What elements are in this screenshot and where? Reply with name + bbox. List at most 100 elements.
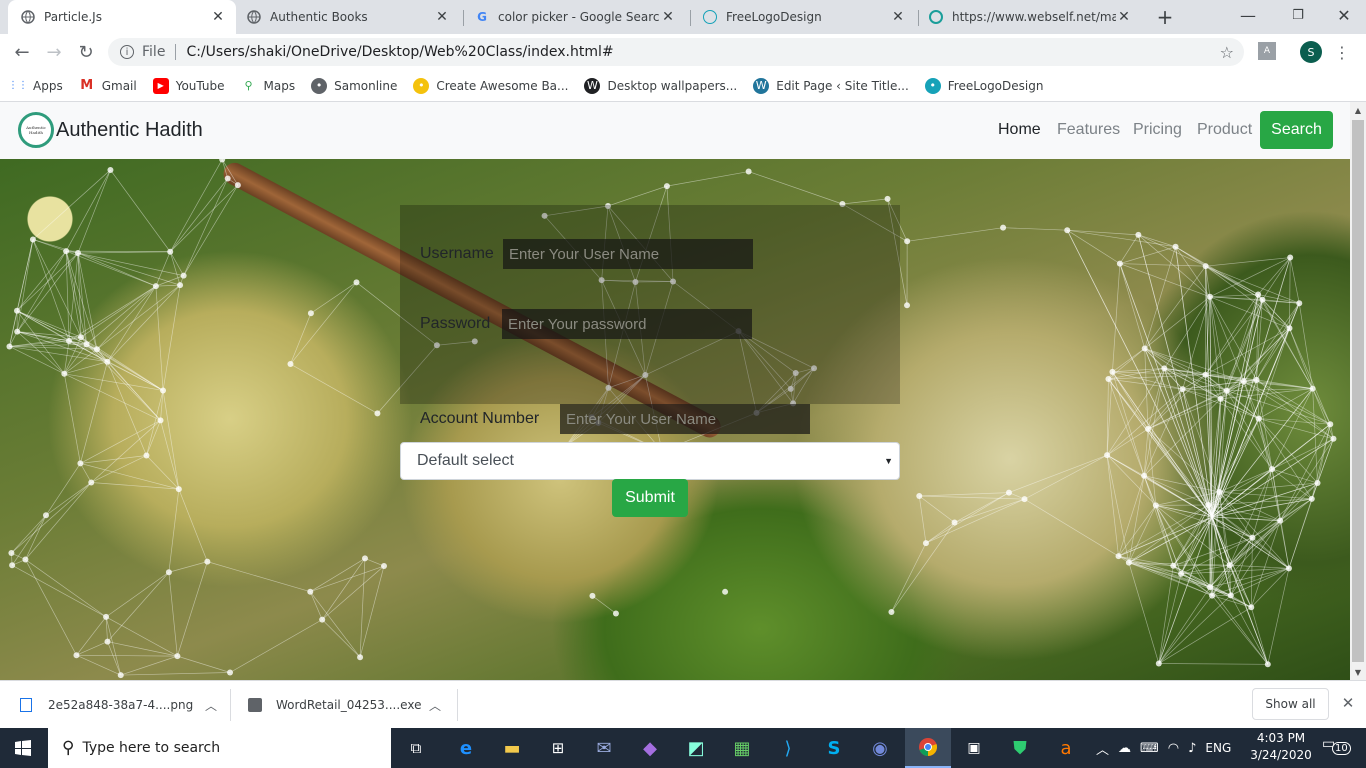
bookmark-item[interactable]: W Edit Page ‹ Site Title... <box>753 77 909 94</box>
bookmark-item[interactable]: • Samonline <box>311 77 397 94</box>
submit-button[interactable]: Submit <box>612 479 688 517</box>
tab-google-search[interactable]: G color picker - Google Search ✕ <box>474 0 686 34</box>
globe-icon <box>20 9 36 25</box>
nav-product[interactable]: Product <box>1197 121 1252 139</box>
username-label: Username <box>420 245 494 262</box>
show-all-button[interactable]: Show all <box>1252 688 1329 720</box>
bookmark-label: Desktop wallpapers... <box>607 78 738 93</box>
visual-studio-icon[interactable]: ◆ <box>627 728 673 768</box>
installer-icon <box>248 698 262 712</box>
search-button[interactable]: Search <box>1260 111 1333 149</box>
tab-freelogodesign[interactable]: FreeLogoDesign ✕ <box>702 0 916 34</box>
site-logo[interactable]: Authentic Hadith <box>18 112 54 148</box>
globe-icon: • <box>311 77 328 94</box>
maps-icon: ⚲ <box>244 79 253 92</box>
bookmark-item[interactable]: ▶ YouTube <box>152 77 225 94</box>
nav-pricing[interactable]: Pricing <box>1133 121 1182 139</box>
bookmark-label: FreeLogoDesign <box>947 78 1044 93</box>
edge-icon[interactable]: e <box>443 728 489 768</box>
nav-features[interactable]: Features <box>1057 121 1120 139</box>
username-input[interactable] <box>503 239 753 269</box>
bookmark-star-icon[interactable]: ☆ <box>1220 43 1234 62</box>
close-tab-icon[interactable]: ✕ <box>1116 9 1132 25</box>
tab-authentic-books[interactable]: Authentic Books ✕ <box>246 0 460 34</box>
url-text[interactable]: C:/Users/shaki/OneDrive/Desktop/Web%20Cl… <box>186 44 613 60</box>
window-close-icon[interactable]: ✕ <box>1326 0 1362 30</box>
volume-icon[interactable]: ♪ <box>1188 741 1196 756</box>
download-item[interactable]: WordRetail_04253....exe ︿ <box>248 681 453 729</box>
avast-icon[interactable]: a <box>1043 728 1089 768</box>
account-number-input[interactable] <box>560 404 810 434</box>
tab-webself[interactable]: https://www.webself.net/mana ✕ <box>928 0 1142 34</box>
tab-title: color picker - Google Search <box>498 10 660 24</box>
close-tab-icon[interactable]: ✕ <box>660 9 676 25</box>
pdf-extension-icon[interactable]: A <box>1258 42 1276 60</box>
clock[interactable]: 4:03 PM 3/24/2020 <box>1248 730 1314 766</box>
address-bar[interactable]: i File C:/Users/shaki/OneDrive/Desktop/W… <box>108 38 1244 66</box>
store-icon[interactable]: ⊞ <box>535 728 581 768</box>
discord-icon[interactable]: ◉ <box>857 728 903 768</box>
language-indicator[interactable]: ENG <box>1205 741 1231 755</box>
spreadsheet-icon[interactable]: ▦ <box>719 728 765 768</box>
security-label: File <box>142 44 166 60</box>
chevron-up-icon[interactable]: ︿ <box>1096 739 1109 758</box>
bookmark-item[interactable]: W Desktop wallpapers... <box>584 77 738 94</box>
chevron-up-icon[interactable]: ︿ <box>205 697 217 714</box>
mail-icon[interactable]: ✉ <box>581 728 627 768</box>
forward-icon[interactable]: → <box>40 38 68 66</box>
password-input[interactable] <box>502 309 752 339</box>
system-tray: ︿ ☁ ⌨ ◠ ♪ ENG <box>1096 728 1231 768</box>
bookmark-item[interactable]: ⋮⋮ Apps <box>8 78 63 94</box>
restore-icon[interactable]: ❐ <box>1280 0 1316 30</box>
taskbar-search-placeholder: Type here to search <box>82 740 221 756</box>
file-explorer-icon[interactable]: ▬ <box>489 728 535 768</box>
ime-icon[interactable]: ⌨ <box>1140 741 1159 756</box>
wifi-icon[interactable]: ◠ <box>1168 741 1179 756</box>
page-scrollbar[interactable]: ▲ ▼ <box>1350 102 1366 680</box>
vpn-shield-icon[interactable]: ⛊ <box>997 728 1043 768</box>
default-select[interactable]: Default select ▼ <box>400 442 900 480</box>
profile-avatar[interactable]: S <box>1300 41 1322 63</box>
download-divider <box>230 689 231 721</box>
action-center-icon[interactable]: ▭ 10 <box>1322 736 1352 760</box>
bookmark-label: Create Awesome Ba... <box>436 78 569 93</box>
page-viewport: Username Password Account Number Default… <box>0 102 1350 680</box>
remote-desktop-icon[interactable]: ▣ <box>951 728 997 768</box>
tab-separator <box>690 10 691 26</box>
bookmark-item[interactable]: • Create Awesome Ba... <box>413 77 569 94</box>
scroll-down-icon[interactable]: ▼ <box>1350 664 1366 680</box>
download-item[interactable]: 2e52a848-38a7-4....png ︿ <box>20 681 225 729</box>
reload-icon[interactable]: ↻ <box>72 38 100 66</box>
close-tab-icon[interactable]: ✕ <box>890 9 906 25</box>
app-icon[interactable]: ◩ <box>673 728 719 768</box>
windows-start-icon[interactable] <box>0 728 46 768</box>
onedrive-warning-icon[interactable]: ☁ <box>1118 741 1131 756</box>
skype-icon[interactable]: S <box>811 728 857 768</box>
download-divider <box>457 689 458 721</box>
menu-kebab-icon[interactable]: ⋮ <box>1334 40 1350 64</box>
taskbar-search-box[interactable]: ⚲ Type here to search <box>48 728 391 768</box>
scroll-up-icon[interactable]: ▲ <box>1350 102 1366 118</box>
tab-particlejs[interactable]: Particle.Js ✕ <box>8 0 236 34</box>
new-tab-icon[interactable]: + <box>1152 4 1178 30</box>
bookmark-label: Apps <box>33 78 63 93</box>
chevron-up-icon[interactable]: ︿ <box>429 697 441 714</box>
minimize-icon[interactable]: — <box>1230 0 1266 30</box>
info-icon[interactable]: i <box>120 45 134 59</box>
chrome-icon[interactable] <box>905 728 951 768</box>
bookmarks-bar: ⋮⋮ Apps M Gmail ▶ YouTube ⚲ Maps • Samonline • Crea… <box>0 70 1366 102</box>
close-tab-icon[interactable]: ✕ <box>434 9 450 25</box>
site-brand[interactable]: Authentic Hadith <box>56 119 203 142</box>
close-tab-icon[interactable]: ✕ <box>210 9 226 25</box>
back-icon[interactable]: ← <box>8 38 36 66</box>
task-view-icon[interactable]: ⧉ <box>393 728 439 768</box>
bookmark-item[interactable]: ⚲ Maps <box>241 78 295 94</box>
bookmark-item[interactable]: M Gmail <box>79 78 136 94</box>
close-download-bar-icon[interactable]: ✕ <box>1338 693 1358 713</box>
scroll-thumb[interactable] <box>1352 120 1364 662</box>
globe-icon <box>246 9 262 25</box>
nav-home[interactable]: Home <box>998 121 1041 139</box>
vscode-icon[interactable]: ⟩ <box>765 728 811 768</box>
bookmark-item[interactable]: • FreeLogoDesign <box>924 77 1044 94</box>
windows-taskbar: ⚲ Type here to search ⧉ e ▬ ⊞ ✉ ◆ ◩ ▦ ⟩ … <box>0 728 1366 768</box>
